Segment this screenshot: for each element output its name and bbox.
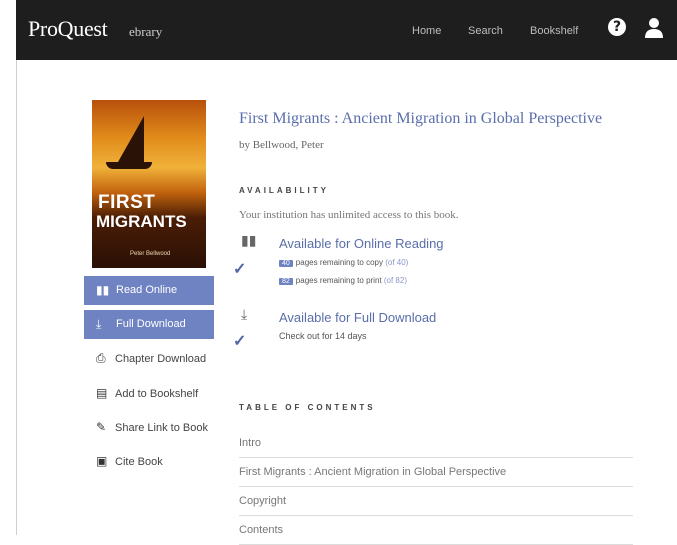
share-link-link[interactable]: ✎ Share Link to Book [96,420,208,434]
download-icon: ⤓ [96,317,102,331]
chapter-download-icon: ⎙ [96,351,106,365]
cover-boat-hull [106,162,152,169]
online-reading-title: Available for Online Reading [279,236,444,251]
availability-heading: AVAILABILITY [239,186,329,195]
help-icon[interactable]: ? [608,18,626,36]
full-download-label: Full Download [116,318,186,330]
book-open-icon: ▮▮ [96,283,110,297]
nav-search[interactable]: Search [468,25,503,37]
print-pages-row: 82 pages remaining to print (of 82) [279,276,407,285]
print-pages-text: pages remaining to print [295,276,382,285]
copy-pages-total: (of 40) [385,258,409,267]
top-navigation-bar: ProQuest ebrary Home Search Bookshelf ? [16,0,677,60]
share-link-label: Share Link to Book [115,422,208,434]
chapter-download-link[interactable]: ⎙ Chapter Download [96,351,206,366]
cover-author: Peter Bellwood [130,251,171,257]
print-pages-total: (of 82) [383,276,407,285]
full-download-icon: ⤓ [241,306,248,322]
cite-book-link[interactable]: ▣ Cite Book [96,454,163,468]
book-title[interactable]: First Migrants : Ancient Migration in Gl… [239,110,602,128]
copy-count-badge: 40 [279,260,293,267]
nav-home[interactable]: Home [412,25,441,37]
toc-heading: TABLE OF CONTENTS [239,403,376,412]
cover-title-line2: MIGRANTS [96,212,187,231]
cite-book-label: Cite Book [115,456,163,468]
cover-boat-sail [118,116,144,162]
cover-title-line1: FIRST [98,192,156,213]
checkout-text: Check out for 14 days [279,331,367,341]
online-check-icon: ✓ [233,261,247,278]
user-icon[interactable] [644,17,664,39]
online-reading-icon: ▮▮ [241,232,257,248]
access-text: Your institution has unlimited access to… [239,209,459,221]
book-cover[interactable]: FIRST MIGRANTS Peter Bellwood [92,100,206,268]
full-download-title: Available for Full Download [279,310,437,325]
cite-icon: ▣ [96,454,108,468]
book-author: by Bellwood, Peter [239,139,324,151]
print-count-badge: 82 [279,278,293,285]
add-to-bookshelf-label: Add to Bookshelf [115,388,199,400]
copy-pages-row: 40 pages remaining to copy (of 40) [279,258,408,267]
add-to-bookshelf-link[interactable]: ▤ Add to Bookshelf [96,386,198,400]
toc-item-copyright[interactable]: Copyright [239,487,633,516]
toc-item-title[interactable]: First Migrants : Ancient Migration in Gl… [239,458,633,487]
link-icon: ✎ [96,420,107,434]
nav-bookshelf[interactable]: Bookshelf [530,25,578,37]
page-border [16,0,17,535]
chapter-download-label: Chapter Download [115,353,207,365]
read-online-label: Read Online [116,284,178,296]
proquest-logo[interactable]: ProQuest [28,16,108,42]
add-bookshelf-icon: ▤ [96,386,108,400]
read-online-button[interactable]: ▮▮ Read Online [84,276,214,305]
download-check-icon: ✓ [233,333,247,350]
copy-pages-text: pages remaining to copy [295,258,383,267]
ebrary-logo: ebrary [129,24,163,39]
toc-item-intro[interactable]: Intro [239,429,633,458]
full-download-button[interactable]: ⤓ Full Download [84,310,214,339]
toc-item-contents[interactable]: Contents [239,516,633,545]
